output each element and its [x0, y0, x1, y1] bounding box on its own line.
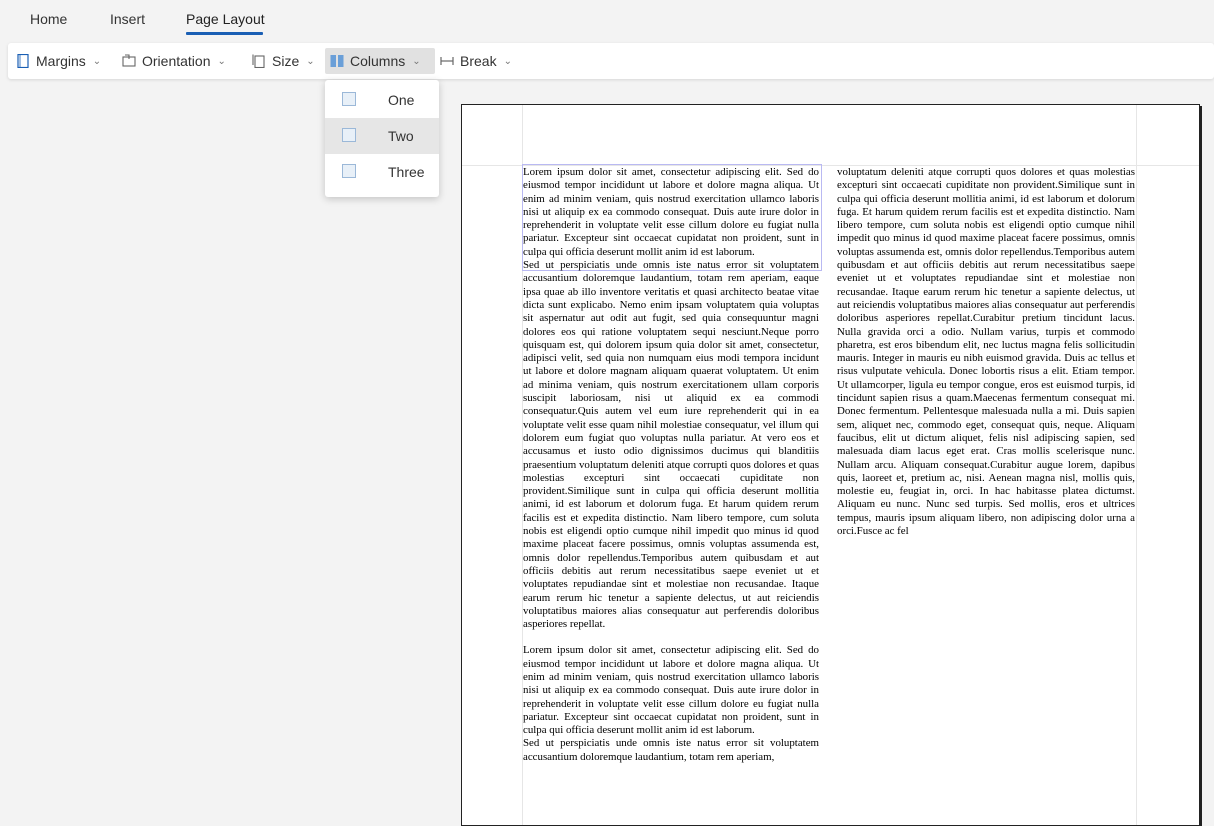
columns-dropdown: One Two Three [325, 80, 439, 197]
paragraph[interactable]: voluptatum deleniti atque corrupti quos … [837, 166, 1135, 538]
columns-option-label: One [388, 92, 415, 108]
orientation-icon [122, 54, 136, 67]
tab-page-layout[interactable]: Page Layout [186, 11, 265, 27]
margins-button[interactable]: Margins ⌄ [16, 48, 101, 74]
break-icon [440, 57, 454, 65]
columns-option-three[interactable]: Three [325, 154, 439, 190]
orientation-label: Orientation [142, 53, 211, 69]
break-label: Break [460, 53, 497, 69]
columns-button[interactable]: Columns ⌄ [325, 48, 435, 74]
chevron-down-icon: ⌄ [412, 55, 421, 67]
size-label: Size [272, 53, 300, 69]
three-columns-icon [342, 164, 356, 178]
columns-option-one[interactable]: One [325, 82, 439, 118]
page-layout-toolbar: Margins ⌄ Orientation ⌄ Size ⌄ Columns ⌄… [8, 43, 1214, 79]
text-column-2[interactable]: voluptatum deleniti atque corrupti quos … [837, 166, 1135, 538]
columns-option-two[interactable]: Two [325, 118, 439, 154]
orientation-button[interactable]: Orientation ⌄ [122, 48, 226, 74]
chevron-down-icon: ⌄ [217, 55, 226, 67]
page-size-icon [252, 54, 265, 68]
paragraph[interactable]: Lorem ipsum dolor sit amet, consectetur … [523, 644, 819, 737]
paragraph[interactable]: Lorem ipsum dolor sit amet, consectetur … [523, 166, 819, 259]
margin-guide-right [1136, 105, 1137, 825]
document-page[interactable]: Lorem ipsum dolor sit amet, consectetur … [461, 104, 1200, 826]
two-columns-icon [342, 128, 356, 142]
columns-label: Columns [350, 53, 406, 69]
margins-label: Margins [36, 53, 86, 69]
active-tab-indicator [186, 32, 263, 35]
ribbon-tabs: Home Insert Page Layout [0, 0, 1214, 42]
paragraph[interactable]: Sed ut perspiciatis unde omnis iste natu… [523, 259, 819, 631]
break-button[interactable]: Break ⌄ [440, 48, 512, 74]
columns-icon [330, 55, 344, 67]
one-column-icon [342, 92, 356, 106]
paragraph[interactable]: Sed ut perspiciatis unde omnis iste natu… [523, 737, 819, 764]
chevron-down-icon: ⌄ [503, 55, 512, 67]
size-button[interactable]: Size ⌄ [252, 48, 315, 74]
tab-home[interactable]: Home [30, 11, 67, 27]
chevron-down-icon: ⌄ [92, 55, 102, 67]
text-column-1[interactable]: Lorem ipsum dolor sit amet, consectetur … [523, 166, 819, 764]
chevron-down-icon: ⌄ [306, 55, 315, 67]
tab-insert[interactable]: Insert [110, 11, 145, 27]
columns-option-label: Three [388, 164, 425, 180]
margins-icon [17, 54, 29, 68]
columns-option-label: Two [388, 128, 414, 144]
